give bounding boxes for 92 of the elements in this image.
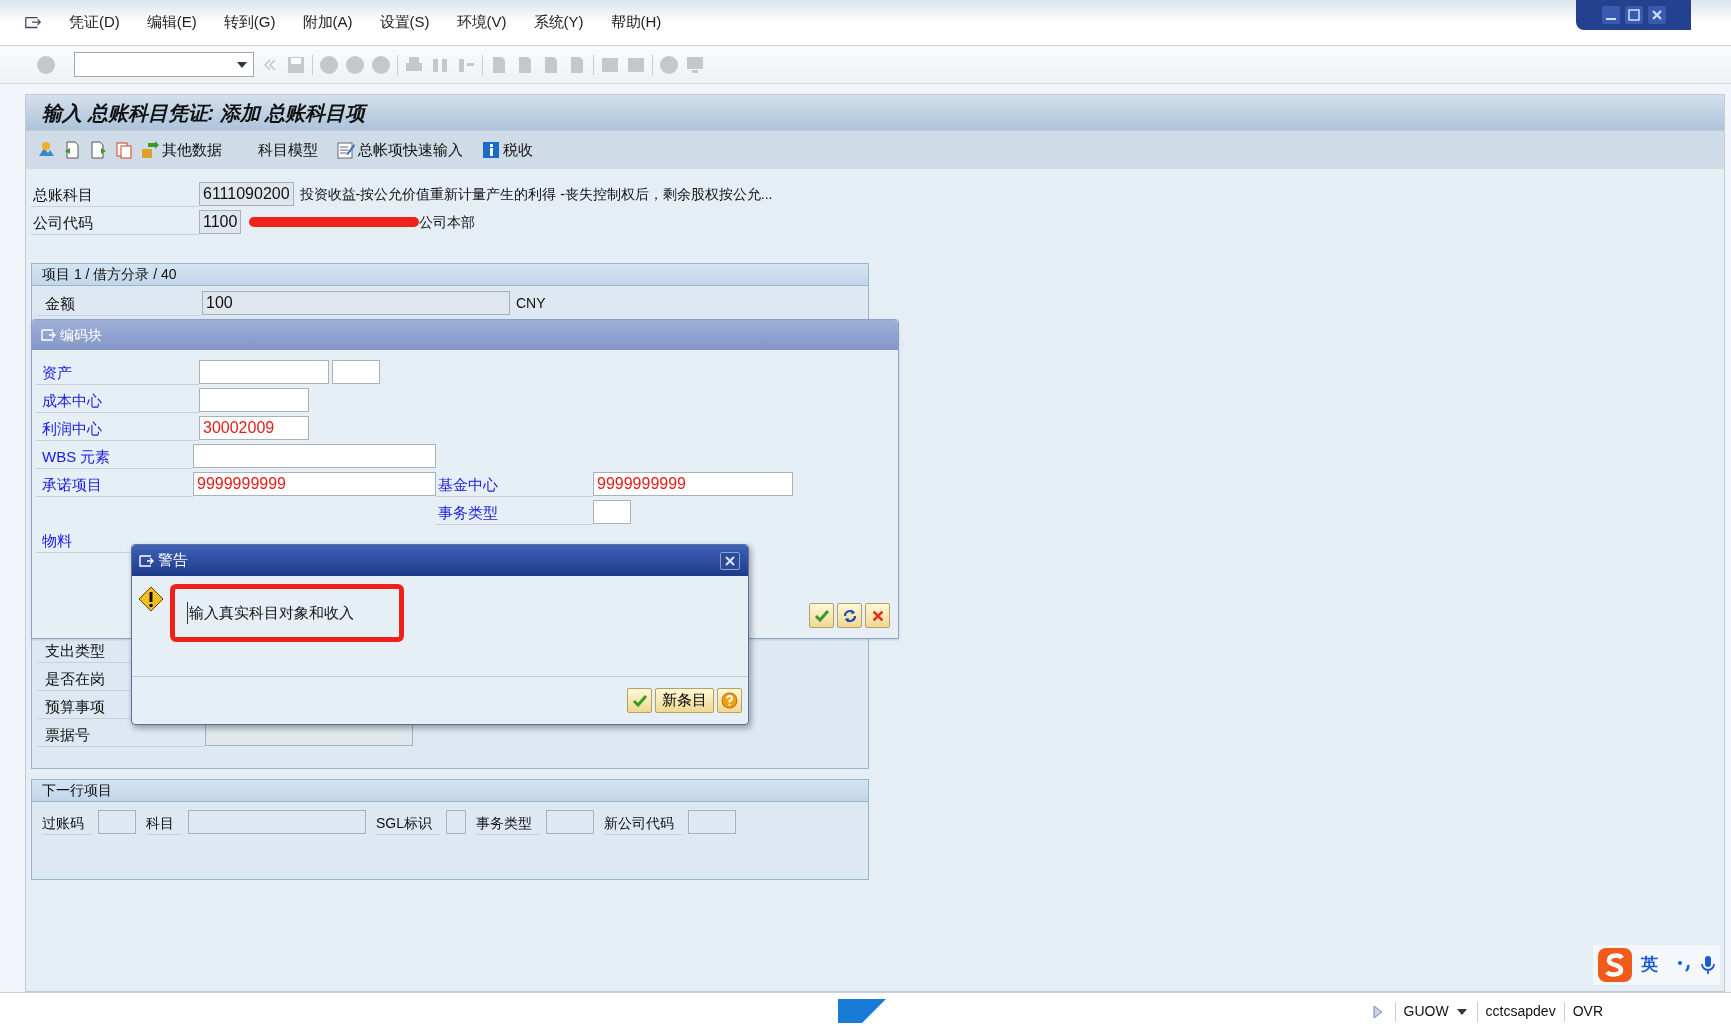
field-label: 是否在岗	[44, 669, 105, 689]
toolbar-button[interactable]: 科目模型	[258, 138, 318, 162]
close-button[interactable]	[720, 551, 740, 570]
field-description: 公司本部	[419, 212, 476, 232]
field-label: 支出类型	[44, 641, 105, 661]
confirm-button[interactable]	[809, 603, 834, 628]
toolbar-button[interactable]: 其他数据	[140, 138, 222, 162]
screen-title: 输入 总账科目凭证: 添加 总账科目项	[42, 100, 366, 126]
toolbar-icon	[481, 140, 501, 160]
close-icon[interactable]	[1646, 5, 1667, 25]
menu-item[interactable]: 设置(S)	[379, 11, 430, 34]
server-name: cctcsapdev	[1484, 1002, 1557, 1021]
dialog-title: 编码块	[60, 325, 102, 345]
input-field[interactable]	[593, 500, 631, 524]
checkmark-icon	[813, 607, 830, 624]
field-label: 物料	[41, 531, 72, 551]
readonly-field: 6111090200	[199, 182, 294, 206]
toolbar-icon[interactable]	[114, 140, 134, 160]
input-field[interactable]	[98, 810, 136, 834]
minimize-icon[interactable]	[1600, 5, 1621, 25]
new-entry-button[interactable]: 新条目	[655, 688, 714, 713]
toolbar-button[interactable]: 税收	[481, 138, 533, 162]
refresh-icon	[841, 607, 858, 624]
field-label: 票据号	[44, 725, 90, 745]
dropdown-icon	[237, 61, 247, 68]
dropdown-icon[interactable]	[1456, 1008, 1467, 1015]
panel-title: 下一行项目	[42, 781, 112, 800]
checkmark-icon	[631, 692, 648, 709]
menu-item[interactable]: 系统(Y)	[533, 11, 584, 34]
input-field[interactable]	[199, 360, 329, 384]
input-field[interactable]: 9999999999	[593, 472, 793, 496]
field-label: 金额	[44, 294, 75, 314]
confirm-button[interactable]	[627, 688, 652, 713]
input-field[interactable]	[446, 810, 466, 834]
input-mode-label[interactable]: 英	[1641, 952, 1658, 978]
readonly-field: 100	[202, 291, 510, 315]
input-field[interactable]	[188, 810, 366, 834]
toolbar-icon[interactable]	[88, 140, 108, 160]
warning-icon	[138, 586, 164, 612]
field-description: 投资收益-按公允价值重新计量产生的利得 -丧失控制权后，剩余股权按公允...	[299, 184, 773, 204]
field-label: 利润中心	[41, 419, 102, 439]
field-label: 科目	[146, 814, 174, 833]
cancel-button[interactable]	[865, 603, 890, 628]
field-label: 承诺项目	[41, 475, 102, 495]
readonly-field: 1100	[199, 210, 242, 234]
field-label: 资产	[41, 363, 72, 383]
monitor-icon[interactable]	[685, 54, 705, 75]
sap-logo	[838, 999, 886, 1023]
help-button[interactable]	[717, 688, 742, 713]
refresh-button[interactable]	[837, 603, 862, 628]
currency-label: CNY	[516, 293, 546, 313]
field-label: 事务类型	[437, 503, 498, 523]
menu-item[interactable]: 凭证(D)	[69, 11, 120, 34]
input-field[interactable]	[688, 810, 736, 834]
field-label: 事务类型	[476, 814, 532, 833]
close-icon	[870, 608, 885, 623]
field-label: 过账码	[42, 814, 84, 833]
field-label: SGL标识	[376, 814, 432, 833]
menu-item[interactable]: 环境(V)	[456, 11, 507, 34]
popup-icon	[40, 327, 56, 343]
maximize-icon[interactable]	[1623, 5, 1644, 25]
input-field[interactable]	[546, 810, 594, 834]
input-field[interactable]	[193, 444, 436, 468]
menu-item[interactable]: 转到(G)	[223, 11, 276, 34]
field-label: 公司代码	[32, 213, 93, 233]
input-field[interactable]	[199, 388, 309, 412]
menu-item[interactable]: 附加(A)	[302, 11, 353, 34]
save-icon[interactable]	[286, 54, 306, 75]
input-field[interactable]: 30002009	[199, 416, 309, 440]
close-icon	[725, 555, 735, 566]
toolbar-icon	[336, 140, 356, 160]
panel-title: 项目 1 / 借方分录 / 40	[42, 265, 177, 284]
toolbar-button[interactable]: 总帐项快速输入	[336, 138, 463, 162]
microphone-icon[interactable]	[1700, 955, 1716, 975]
input-field[interactable]	[332, 360, 380, 384]
menu-item[interactable]: 编辑(E)	[146, 11, 197, 34]
field-label: 新公司代码	[604, 814, 674, 833]
toolbar-icon	[140, 140, 160, 160]
menu-item[interactable]: 帮助(H)	[610, 11, 662, 34]
user-name: GUOW	[1402, 1002, 1450, 1021]
input-field[interactable]: 9999999999	[193, 472, 436, 496]
dialog-title: 警告	[158, 550, 188, 571]
field-label: WBS 元素	[41, 447, 111, 467]
play-icon[interactable]	[1372, 1004, 1383, 1019]
popup-icon	[138, 552, 154, 569]
field-label: 预算事项	[44, 697, 105, 717]
field-label: 总账科目	[32, 185, 93, 205]
field-label: 基金中心	[437, 475, 498, 495]
command-field[interactable]	[74, 52, 254, 77]
insert-mode: OVR	[1571, 1002, 1604, 1021]
field-label: 成本中心	[41, 391, 102, 411]
message-text: 输入真实科目对象和收入	[187, 601, 354, 625]
